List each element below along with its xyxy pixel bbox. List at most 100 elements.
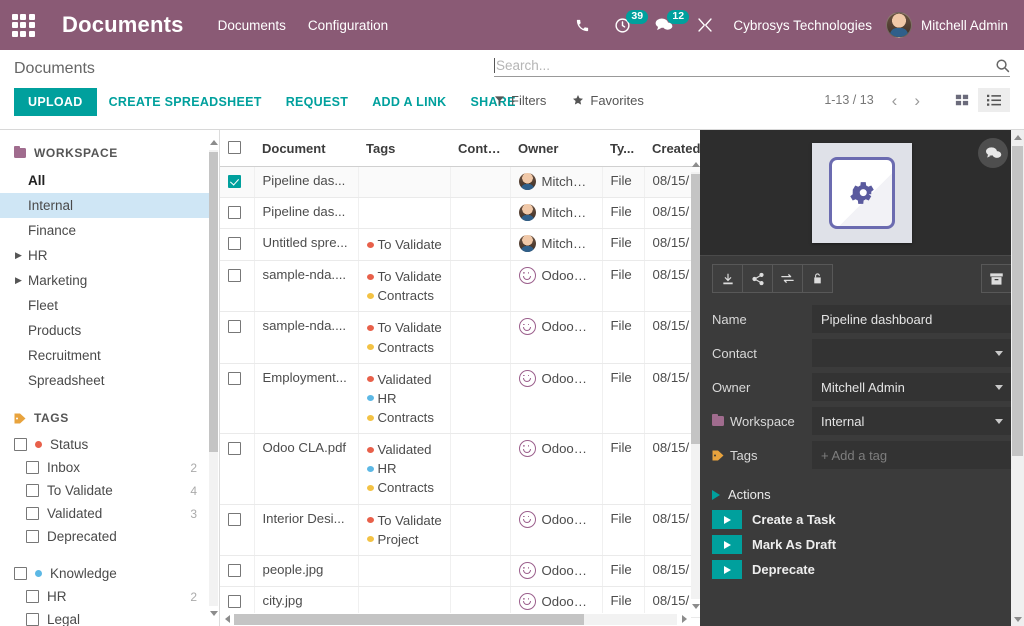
tag-checkbox[interactable] [26,530,39,543]
row-checkbox[interactable] [228,563,241,577]
tag-item-validated[interactable]: Validated 3 [0,502,211,525]
list-view-toggle[interactable] [978,88,1010,112]
row-select-cell[interactable] [220,363,255,435]
sidebar-item-recruitment[interactable]: Recruitment [0,343,211,368]
play-icon[interactable] [712,535,742,554]
tag-checkbox[interactable] [26,461,39,474]
row-select-cell[interactable] [220,228,255,262]
phone-icon[interactable] [563,0,602,50]
sidebar-item-hr[interactable]: ▶ HR [0,243,211,268]
share-icon[interactable] [742,264,773,293]
upload-button[interactable]: UPLOAD [14,88,97,116]
tag-checkbox[interactable] [26,507,39,520]
field-input-workspace[interactable]: Internal [812,407,1012,435]
field-input-contact[interactable] [812,339,1012,367]
action-create-a-task[interactable]: Create a Task [712,510,1012,529]
list-horizontal-scrollbar[interactable] [220,613,691,626]
sidebar-item-internal[interactable]: Internal [0,193,211,218]
tag-item-legal[interactable]: Legal [0,608,211,626]
row-checkbox[interactable] [228,442,241,456]
select-all-header[interactable] [220,130,254,167]
detail-panel-scrollbar[interactable] [1011,130,1024,626]
cell-document[interactable]: Pipeline das... [254,166,359,198]
list-scroll-thumb[interactable] [691,174,700,444]
table-row[interactable]: Odoo CLA.pdf Validated HR Contracts OdooBot F… [220,433,700,505]
tag-group-status[interactable]: Status [0,433,211,456]
debug-tools-icon[interactable] [685,0,725,50]
add-a-link-button[interactable]: ADD A LINK [360,88,458,116]
tag-item-to-validate[interactable]: To Validate 4 [0,479,211,502]
table-row[interactable]: sample-nda.... To Validate Contracts OdooBo… [220,260,700,313]
gear-document-icon[interactable] [812,142,912,243]
create-spreadsheet-button[interactable]: CREATE SPREADSHEET [97,88,274,116]
table-row[interactable]: sample-nda.... To Validate Contracts OdooBo… [220,311,700,364]
tag-item-deprecated[interactable]: Deprecated [0,525,211,548]
tag-checkbox[interactable] [14,438,27,451]
chatter-icon[interactable] [978,138,1008,168]
row-select-cell[interactable] [220,197,255,229]
row-checkbox[interactable] [228,206,241,219]
sidebar-item-products[interactable]: Products [0,318,211,343]
company-switcher[interactable]: Cybrosys Technologies [725,18,886,33]
column-header-type[interactable]: Ty... [602,130,644,167]
sidebar-item-fleet[interactable]: Fleet [0,293,211,318]
hscroll-left[interactable] [220,614,234,625]
archive-icon[interactable] [981,264,1012,293]
nav-menu-configuration[interactable]: Configuration [308,18,388,33]
sidebar-item-finance[interactable]: Finance [0,218,211,243]
sidebar-item-marketing[interactable]: ▶ Marketing [0,268,211,293]
tag-item-hr[interactable]: HR 2 [0,585,211,608]
actions-header[interactable]: Actions [712,487,1012,502]
list-scroll-down[interactable] [691,600,700,613]
cell-document[interactable]: Interior Desi... [254,504,359,556]
field-input-name[interactable]: Pipeline dashboard [812,305,1012,333]
cell-document[interactable]: sample-nda.... [254,311,359,364]
row-select-cell[interactable] [220,260,255,313]
action-mark-as-draft[interactable]: Mark As Draft [712,535,1012,554]
row-select-cell[interactable] [220,433,255,505]
column-header-document[interactable]: Document [254,130,358,167]
cell-document[interactable]: Untitled spre... [254,228,359,262]
replace-icon[interactable] [772,264,803,293]
request-button[interactable]: REQUEST [274,88,361,116]
sidebar-scroll-thumb[interactable] [209,152,218,452]
tag-checkbox[interactable] [26,613,39,626]
pager-next-button[interactable]: › [907,90,927,111]
cell-document[interactable]: Odoo CLA.pdf [254,433,359,505]
column-header-owner[interactable]: Owner [510,130,602,167]
kanban-view-toggle[interactable] [946,88,978,112]
messages-icon[interactable]: 12 [643,0,690,50]
row-select-cell[interactable] [220,311,255,364]
cell-document[interactable]: Pipeline das... [254,197,359,229]
row-select-cell[interactable] [220,555,255,587]
sidebar-item-all[interactable]: All [0,168,211,193]
tag-checkbox[interactable] [14,567,27,580]
column-header-contact[interactable]: Contact [450,130,510,167]
list-scroll-up[interactable] [691,158,700,171]
row-checkbox[interactable] [228,237,241,250]
lock-icon[interactable] [802,264,833,293]
cell-document[interactable]: Employment... [254,363,359,435]
column-header-tags[interactable]: Tags [358,130,450,167]
list-scrollbar[interactable] [691,158,700,613]
row-checkbox[interactable] [228,175,241,188]
pager-previous-button[interactable]: ‹ [885,90,905,111]
chevron-right-icon[interactable]: ▶ [15,250,22,261]
search-input[interactable] [496,58,995,73]
detail-scroll-down[interactable] [1011,612,1024,626]
hscroll-thumb[interactable] [234,614,584,625]
hscroll-right[interactable] [677,614,691,625]
sidebar-scroll-down[interactable] [209,607,218,620]
field-input-tags[interactable]: + Add a tag [812,441,1012,469]
row-checkbox[interactable] [228,320,241,334]
tag-item-inbox[interactable]: Inbox 2 [0,456,211,479]
activity-clock-icon[interactable]: 39 [602,0,649,50]
sidebar-scroll-up[interactable] [209,136,218,149]
download-icon[interactable] [712,264,743,293]
search-icon[interactable] [995,58,1010,73]
field-input-owner[interactable]: Mitchell Admin [812,373,1012,401]
filters-dropdown[interactable]: Filters [494,93,546,108]
detail-scroll-up[interactable] [1011,130,1024,144]
row-select-cell[interactable] [220,504,255,556]
row-checkbox[interactable] [228,371,241,385]
